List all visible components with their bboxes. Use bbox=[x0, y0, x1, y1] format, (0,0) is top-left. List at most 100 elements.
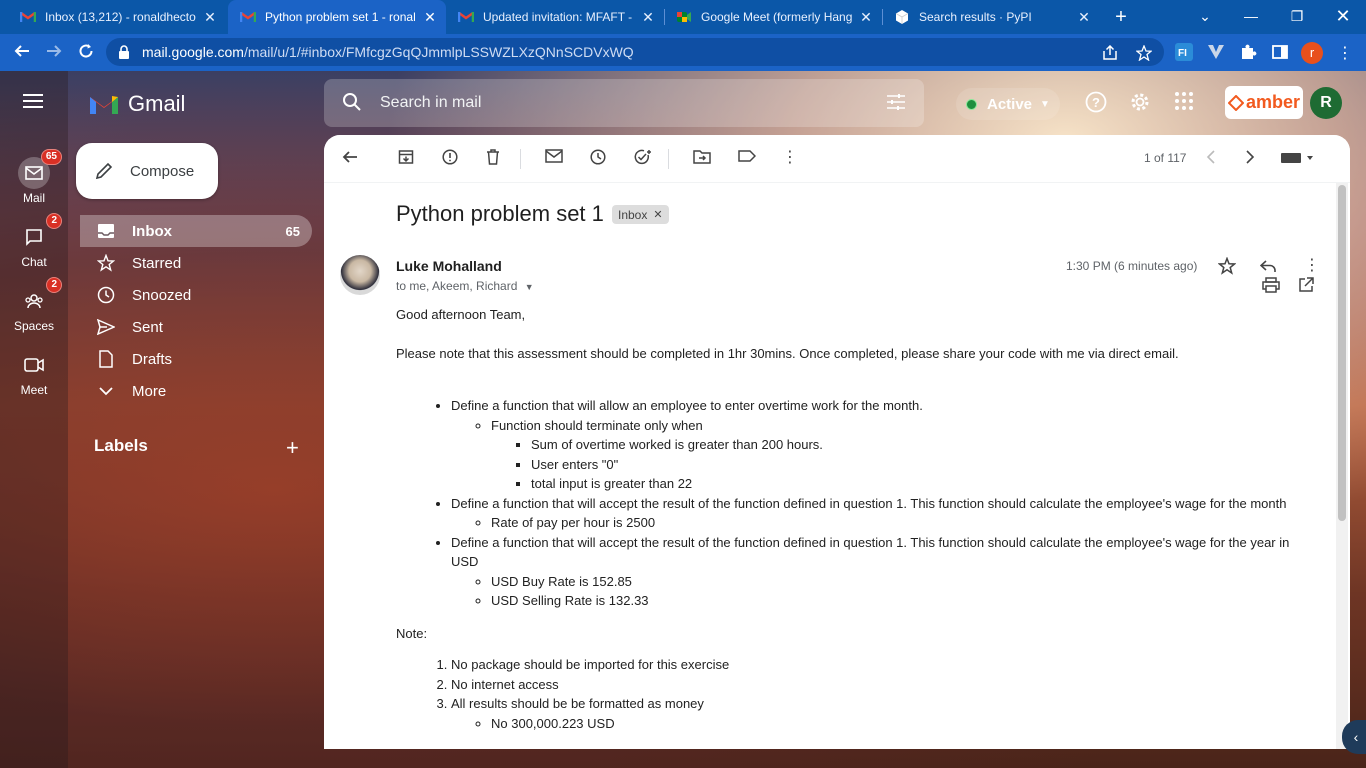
notes-list: No package should be imported for this e… bbox=[396, 655, 1316, 733]
search-options-icon[interactable] bbox=[886, 93, 906, 114]
search-icon[interactable] bbox=[342, 92, 362, 115]
snooze-clock-icon[interactable] bbox=[590, 149, 606, 168]
forward-button[interactable] bbox=[40, 39, 68, 67]
add-to-tasks-icon[interactable] bbox=[634, 149, 652, 168]
extension-v-icon[interactable] bbox=[1207, 43, 1225, 61]
nav-label: Starred bbox=[132, 254, 182, 272]
extensions-puzzle-icon[interactable] bbox=[1239, 43, 1257, 61]
side-panel-icon[interactable] bbox=[1271, 43, 1289, 61]
move-to-folder-icon[interactable] bbox=[693, 149, 711, 168]
archive-icon[interactable] bbox=[398, 149, 414, 168]
account-avatar[interactable]: R bbox=[1310, 87, 1342, 119]
rail-label: Spaces bbox=[13, 319, 55, 333]
close-tab-icon[interactable]: ✕ bbox=[858, 9, 874, 26]
amber-diamond-icon bbox=[1227, 94, 1244, 111]
message-time: 1:30 PM (6 minutes ago) bbox=[1066, 259, 1198, 273]
tab-title: Google Meet (formerly Hang bbox=[701, 10, 852, 24]
compose-label: Compose bbox=[130, 162, 195, 180]
rail-spaces[interactable]: 2 Spaces bbox=[0, 277, 68, 333]
list-item: No package should be imported for this e… bbox=[451, 655, 1316, 675]
print-icon[interactable] bbox=[1262, 277, 1280, 296]
nav-more[interactable]: More bbox=[80, 375, 312, 407]
more-options-icon[interactable]: ⋮ bbox=[782, 147, 798, 167]
add-label-icon[interactable]: + bbox=[286, 435, 299, 461]
spaces-icon: 2 bbox=[18, 277, 62, 317]
close-tab-icon[interactable]: ✕ bbox=[640, 9, 656, 26]
amber-brand-logo[interactable]: amber bbox=[1225, 86, 1303, 119]
browser-tab-google-meet[interactable]: Google Meet (formerly Hang ✕ bbox=[664, 0, 882, 34]
list-item: Define a function that will allow an emp… bbox=[451, 396, 1316, 494]
chrome-menu-icon[interactable]: ⋮ bbox=[1337, 43, 1355, 62]
gmail-favicon-icon bbox=[458, 9, 474, 25]
back-to-inbox-icon[interactable] bbox=[342, 149, 358, 168]
compose-button[interactable]: Compose bbox=[76, 143, 218, 199]
recipients-dropdown-icon[interactable]: ▼ bbox=[525, 282, 534, 292]
help-icon[interactable]: ? bbox=[1085, 91, 1107, 116]
extension-fi-icon[interactable]: FI bbox=[1175, 43, 1193, 61]
share-icon[interactable] bbox=[1102, 44, 1118, 64]
browser-tab-pypi[interactable]: Search results · PyPI ✕ bbox=[882, 0, 1100, 34]
question-list: Define a function that will allow an emp… bbox=[396, 396, 1316, 611]
main-menu-button[interactable] bbox=[22, 93, 44, 112]
nav-snoozed[interactable]: Snoozed bbox=[80, 279, 312, 311]
nav-inbox[interactable]: Inbox 65 bbox=[80, 215, 312, 247]
close-tab-icon[interactable]: ✕ bbox=[1076, 9, 1092, 26]
remove-label-icon[interactable]: ✕ bbox=[653, 208, 662, 221]
close-tab-icon[interactable]: ✕ bbox=[202, 9, 218, 26]
lock-icon bbox=[118, 45, 130, 62]
reply-icon[interactable] bbox=[1259, 259, 1276, 276]
list-item: Define a function that will accept the r… bbox=[451, 494, 1316, 533]
label-tag-icon[interactable] bbox=[738, 149, 757, 166]
minimize-button[interactable]: — bbox=[1228, 0, 1274, 32]
reload-button[interactable] bbox=[72, 39, 100, 67]
inbox-label-chip[interactable]: Inbox ✕ bbox=[612, 205, 669, 224]
browser-tab-invitation[interactable]: Updated invitation: MFAFT - 1 ✕ bbox=[446, 0, 664, 34]
nav-sent[interactable]: Sent bbox=[80, 311, 312, 343]
chrome-profile-avatar[interactable]: r bbox=[1301, 42, 1323, 64]
show-side-panel-icon[interactable]: ‹ bbox=[1342, 720, 1366, 754]
browser-tab-inbox[interactable]: Inbox (13,212) - ronaldhector ✕ bbox=[8, 0, 226, 34]
search-bar[interactable]: Search in mail bbox=[324, 79, 924, 127]
close-tab-icon[interactable]: ✕ bbox=[422, 9, 438, 26]
new-tab-button[interactable]: + bbox=[1108, 4, 1134, 30]
newer-chevron-icon[interactable] bbox=[1206, 150, 1216, 167]
send-icon bbox=[96, 319, 116, 335]
keyboard-input-icon[interactable] bbox=[1280, 151, 1316, 168]
delete-trash-icon[interactable] bbox=[486, 149, 500, 168]
message-scrollbar[interactable] bbox=[1336, 183, 1348, 749]
amber-logo-text: amber bbox=[1245, 92, 1301, 112]
close-window-button[interactable]: ✕ bbox=[1320, 0, 1366, 32]
gmail-logo[interactable]: Gmail bbox=[88, 91, 185, 117]
gmail-wordmark: Gmail bbox=[128, 91, 186, 116]
scrollbar-thumb[interactable] bbox=[1338, 185, 1346, 521]
bookmark-star-icon[interactable] bbox=[1135, 44, 1153, 64]
chevron-down-icon bbox=[96, 386, 116, 396]
older-chevron-icon[interactable] bbox=[1245, 150, 1255, 167]
rail-chat[interactable]: 2 Chat bbox=[0, 213, 68, 269]
message-more-icon[interactable]: ⋮ bbox=[1304, 255, 1320, 275]
mark-unread-icon[interactable] bbox=[545, 149, 563, 166]
status-selector[interactable]: Active ▼ bbox=[956, 88, 1060, 120]
sender-avatar[interactable] bbox=[340, 255, 380, 295]
list-item: User enters "0" bbox=[531, 455, 1316, 475]
nav-drafts[interactable]: Drafts bbox=[80, 343, 312, 375]
url-text: mail.google.com/mail/u/1/#inbox/FMfcgzGq… bbox=[142, 44, 634, 60]
recipients[interactable]: to me, Akeem, Richard ▼ bbox=[396, 279, 534, 293]
gmail-favicon-icon bbox=[20, 9, 36, 25]
star-message-icon[interactable] bbox=[1217, 256, 1237, 278]
browser-tab-python-problem[interactable]: Python problem set 1 - ronal ✕ bbox=[228, 0, 446, 34]
rail-meet[interactable]: Meet bbox=[0, 349, 68, 397]
url-path: /mail/u/1/#inbox/FMfcgzGqQJmmlpLSSWZLXzQ… bbox=[243, 44, 634, 60]
rail-mail[interactable]: 65 Mail bbox=[0, 149, 68, 205]
hamburger-icon bbox=[23, 94, 43, 108]
address-bar[interactable]: mail.google.com/mail/u/1/#inbox/FMfcgzGq… bbox=[106, 38, 1164, 66]
restore-button[interactable]: ❐ bbox=[1274, 0, 1320, 32]
tab-search-chevron-icon[interactable]: ⌄ bbox=[1182, 0, 1228, 32]
sender-name[interactable]: Luke Mohalland bbox=[396, 258, 502, 274]
settings-gear-icon[interactable] bbox=[1129, 91, 1151, 116]
apps-grid-icon[interactable] bbox=[1174, 91, 1194, 114]
report-spam-icon[interactable] bbox=[442, 149, 458, 168]
back-button[interactable] bbox=[8, 39, 36, 67]
nav-starred[interactable]: Starred bbox=[80, 247, 312, 279]
open-new-window-icon[interactable] bbox=[1298, 277, 1314, 296]
